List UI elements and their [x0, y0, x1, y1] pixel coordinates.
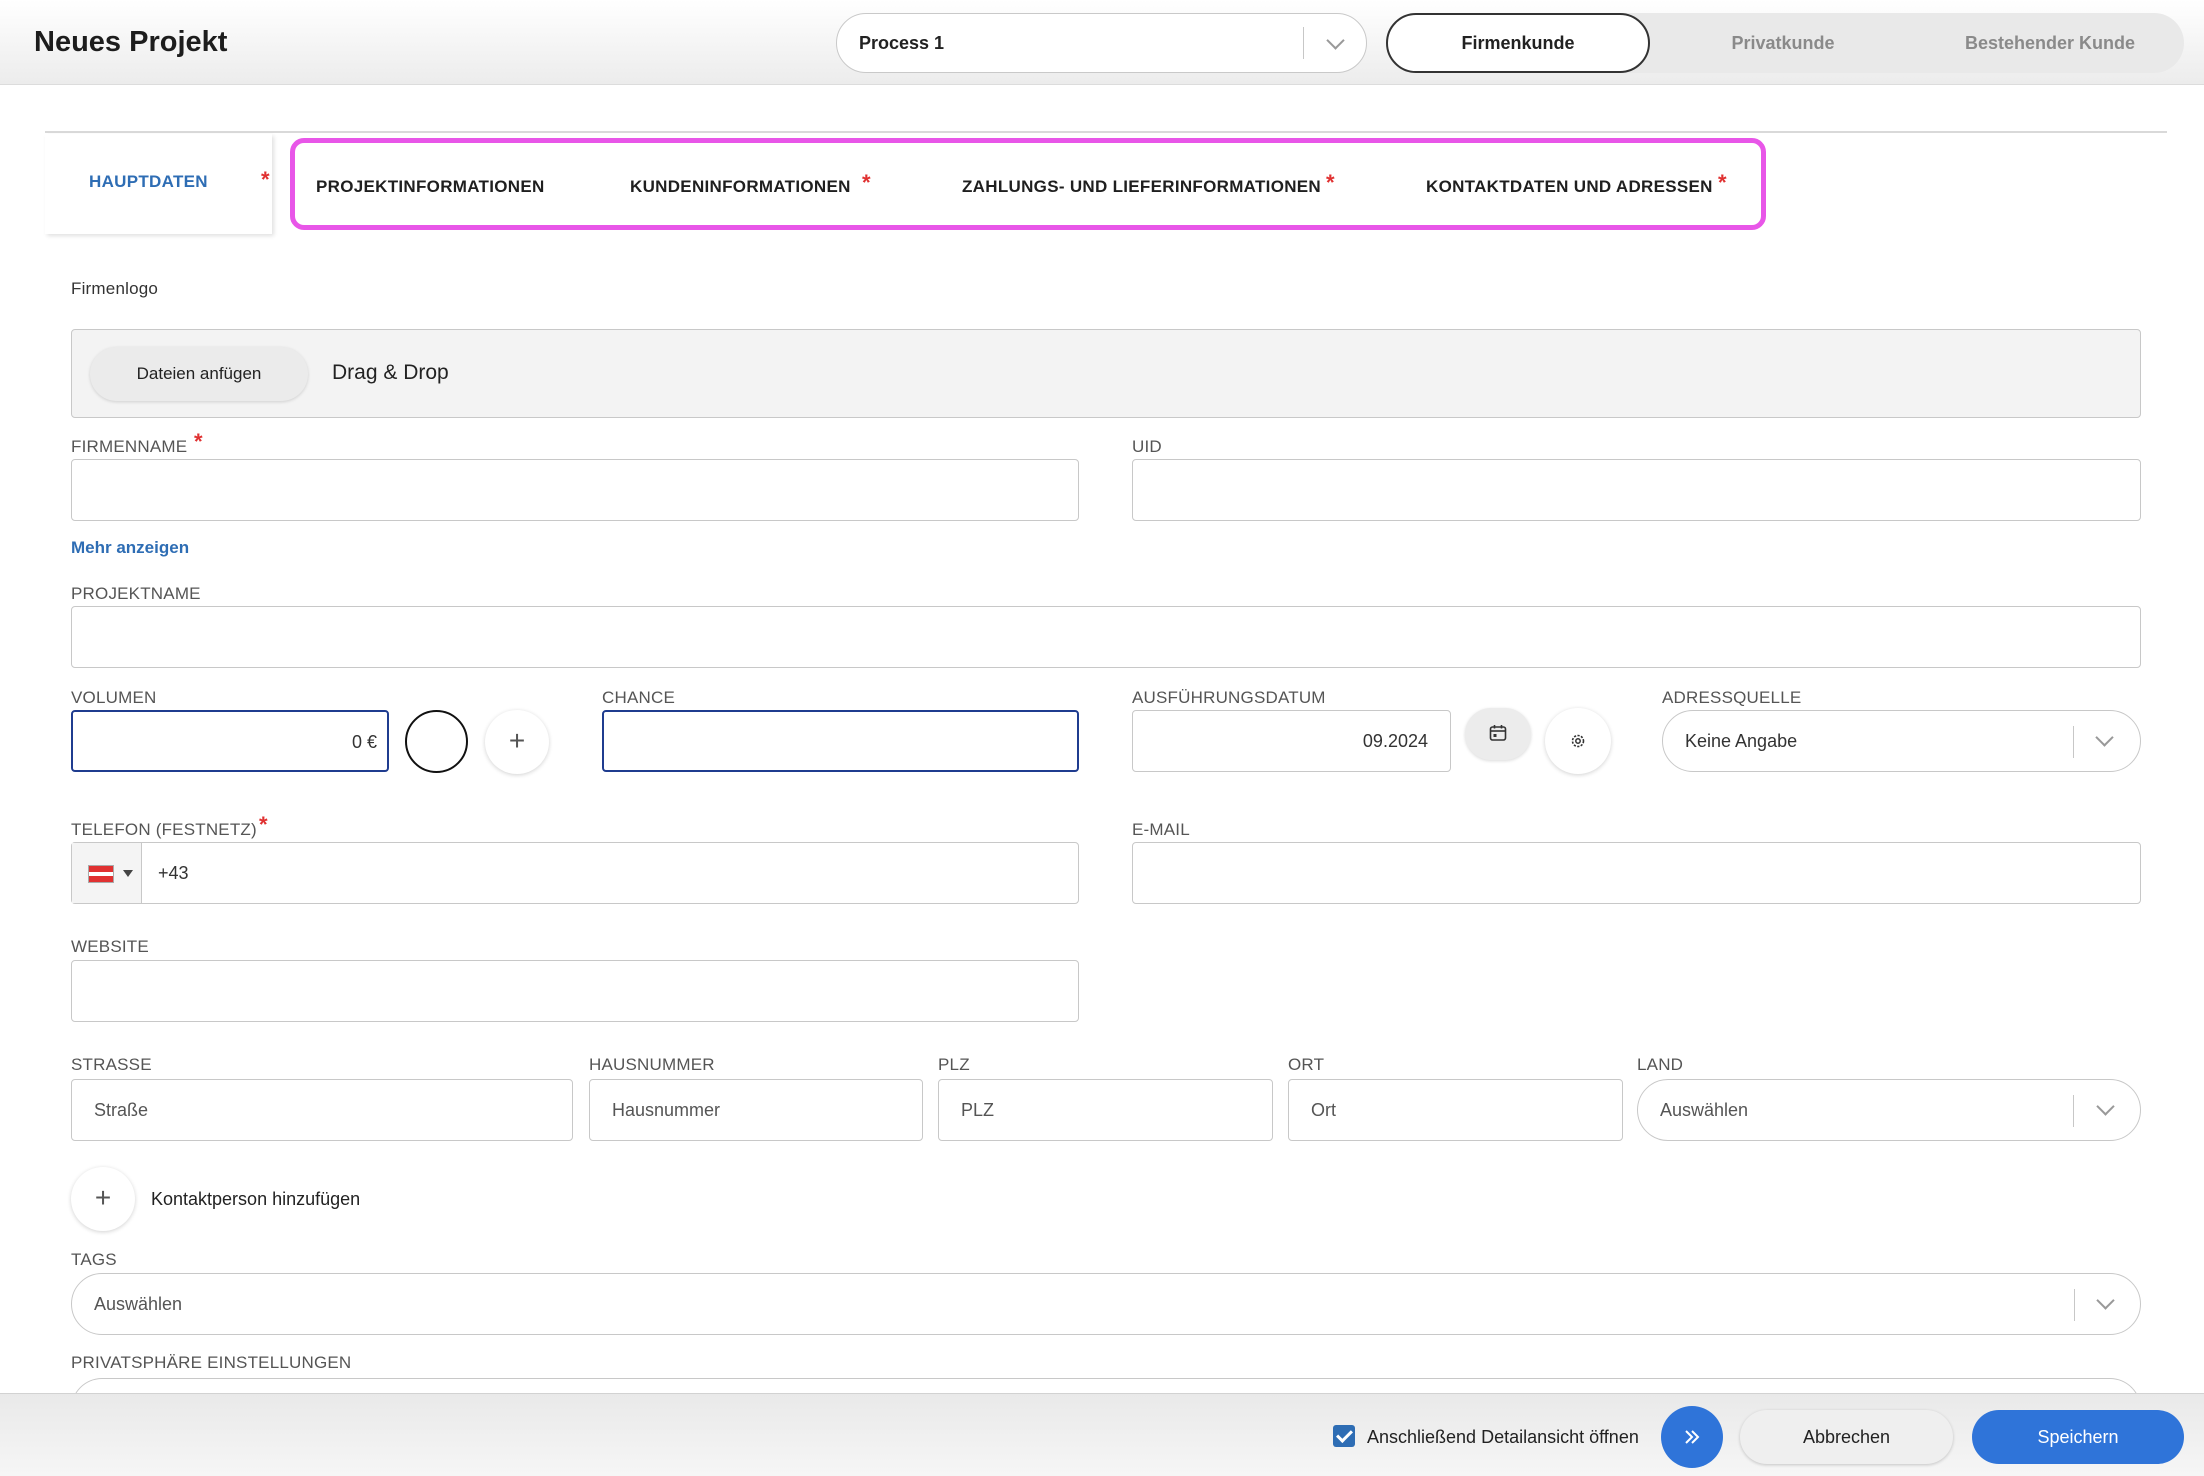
telefon-input[interactable]: +43 — [71, 842, 1079, 904]
ort-placeholder: Ort — [1311, 1100, 1336, 1120]
required-mark: * — [1718, 170, 1727, 195]
attach-files-button[interactable]: Dateien anfügen — [90, 347, 308, 401]
customer-type-switch: Firmenkunde Privatkunde Bestehender Kund… — [1386, 13, 2184, 73]
cancel-button[interactable]: Abbrechen — [1740, 1410, 1953, 1464]
plz-input[interactable]: PLZ — [938, 1079, 1273, 1141]
chevron-down-icon — [2096, 1102, 2112, 1118]
process-select-value: Process 1 — [859, 33, 945, 53]
segment-privatkunde[interactable]: Privatkunde — [1650, 13, 1916, 73]
ort-input[interactable]: Ort — [1288, 1079, 1623, 1141]
date-settings-button[interactable] — [1545, 708, 1611, 774]
email-input[interactable] — [1132, 842, 2141, 904]
calendar-button[interactable] — [1465, 708, 1531, 760]
tab-kontaktdaten-adressen[interactable]: KONTAKTDATEN UND ADRESSEN — [1426, 177, 1713, 197]
website-label: WEBSITE — [71, 937, 149, 956]
telefon-label: TELEFON (FESTNETZ) — [71, 820, 257, 839]
calendar-icon — [1489, 725, 1507, 741]
telefon-value: +43 — [158, 863, 189, 883]
required-mark: * — [862, 170, 871, 195]
drag-drop-hint: Drag & Drop — [332, 361, 449, 384]
tab-hauptdaten[interactable]: HAUPTDATEN * — [45, 134, 272, 234]
country-code-selector[interactable] — [72, 843, 142, 903]
select-divider — [2073, 1095, 2074, 1127]
austria-flag-icon — [88, 865, 114, 883]
select-divider — [1303, 27, 1304, 59]
plz-label: PLZ — [938, 1055, 970, 1074]
land-select[interactable]: Auswählen — [1637, 1079, 2141, 1141]
plus-icon: + — [508, 725, 526, 756]
projektname-label: PROJEKTNAME — [71, 584, 201, 603]
next-button[interactable] — [1661, 1406, 1723, 1468]
strasse-input[interactable]: Straße — [71, 1079, 573, 1141]
tab-hauptdaten-label: HAUPTDATEN — [89, 172, 208, 191]
header: Neues Projekt Process 1 Firmenkunde Priv… — [0, 0, 2204, 85]
firmenname-input[interactable] — [71, 459, 1079, 521]
ausfuehrungsdatum-input[interactable]: 09.2024 — [1132, 710, 1451, 772]
chevron-down-icon — [2096, 1296, 2112, 1312]
gear-icon — [1571, 734, 1585, 748]
page-title: Neues Projekt — [34, 26, 228, 58]
open-detail-checkbox[interactable] — [1333, 1425, 1355, 1447]
tab-zahlungs-lieferinformationen[interactable]: ZAHLUNGS- UND LIEFERINFORMATIONEN — [962, 177, 1321, 197]
process-select[interactable]: Process 1 — [836, 13, 1367, 73]
ausfuehrungsdatum-value: 09.2024 — [1362, 731, 1428, 751]
ausfuehrungsdatum-label: AUSFÜHRUNGSDATUM — [1132, 688, 1326, 707]
hausnummer-label: HAUSNUMMER — [589, 1055, 715, 1074]
chance-label: CHANCE — [602, 688, 675, 707]
chance-input[interactable] — [602, 710, 1079, 772]
color-picker[interactable] — [405, 710, 468, 773]
hausnummer-input[interactable]: Hausnummer — [589, 1079, 923, 1141]
plus-icon: + — [94, 1182, 112, 1213]
privacy-label: PRIVATSPHÄRE EINSTELLUNGEN — [71, 1353, 352, 1372]
add-volume-button[interactable]: + — [485, 710, 549, 774]
ort-label: ORT — [1288, 1055, 1325, 1074]
strasse-label: STRASSE — [71, 1055, 152, 1074]
adressquelle-select[interactable]: Keine Angabe — [1662, 710, 2141, 772]
tab-projektinformationen[interactable]: PROJEKTINFORMATIONEN — [316, 177, 545, 197]
uid-label: UID — [1132, 437, 1162, 456]
website-input[interactable] — [71, 960, 1079, 1022]
required-mark: * — [1326, 170, 1335, 195]
segment-firmenkunde[interactable]: Firmenkunde — [1386, 13, 1650, 73]
tags-select[interactable]: Auswählen — [71, 1273, 2141, 1335]
chevron-down-icon — [1326, 36, 1342, 52]
email-label: E-MAIL — [1132, 820, 1190, 839]
tags-placeholder: Auswählen — [94, 1294, 183, 1314]
land-placeholder: Auswählen — [1660, 1100, 1749, 1120]
firmenname-label: FIRMENNAME — [71, 437, 188, 456]
required-mark: * — [259, 812, 268, 837]
select-divider — [2073, 726, 2074, 758]
required-mark: * — [261, 167, 270, 192]
projektname-input[interactable] — [71, 606, 2141, 668]
land-label: LAND — [1637, 1055, 1684, 1074]
caret-down-icon — [123, 870, 133, 877]
tags-label: TAGS — [71, 1250, 117, 1269]
segment-bestehender-kunde[interactable]: Bestehender Kunde — [1916, 13, 2184, 73]
adressquelle-label: ADRESSQUELLE — [1662, 688, 1802, 707]
tabs-divider — [45, 131, 2167, 133]
save-button[interactable]: Speichern — [1972, 1410, 2184, 1464]
file-dropzone[interactable]: Dateien anfügen Drag & Drop — [71, 329, 2141, 418]
adressquelle-value: Keine Angabe — [1685, 731, 1798, 751]
required-mark: * — [194, 429, 203, 454]
volumen-value: 0 € — [351, 732, 377, 752]
plz-placeholder: PLZ — [961, 1100, 995, 1120]
volumen-label: VOLUMEN — [71, 688, 157, 707]
firmenlogo-label: Firmenlogo — [71, 279, 159, 298]
tab-kundeninformationen[interactable]: KUNDENINFORMATIONEN — [630, 177, 851, 197]
select-divider — [2074, 1289, 2075, 1321]
strasse-placeholder: Straße — [94, 1100, 149, 1120]
hausnummer-placeholder: Hausnummer — [612, 1100, 721, 1120]
footer-bar: Anschließend Detailansicht öffnen Abbrec… — [0, 1393, 2204, 1476]
open-detail-label[interactable]: Anschließend Detailansicht öffnen — [1367, 1427, 1639, 1448]
add-contact-label[interactable]: Kontaktperson hinzufügen — [151, 1189, 360, 1210]
add-contact-button[interactable]: + — [71, 1167, 135, 1231]
mehr-anzeigen-link[interactable]: Mehr anzeigen — [71, 538, 189, 558]
chevron-down-icon — [2095, 733, 2111, 749]
double-chevron-right-icon — [1685, 1430, 1700, 1444]
volumen-input[interactable]: 0 € — [71, 710, 389, 772]
uid-input[interactable] — [1132, 459, 2141, 521]
